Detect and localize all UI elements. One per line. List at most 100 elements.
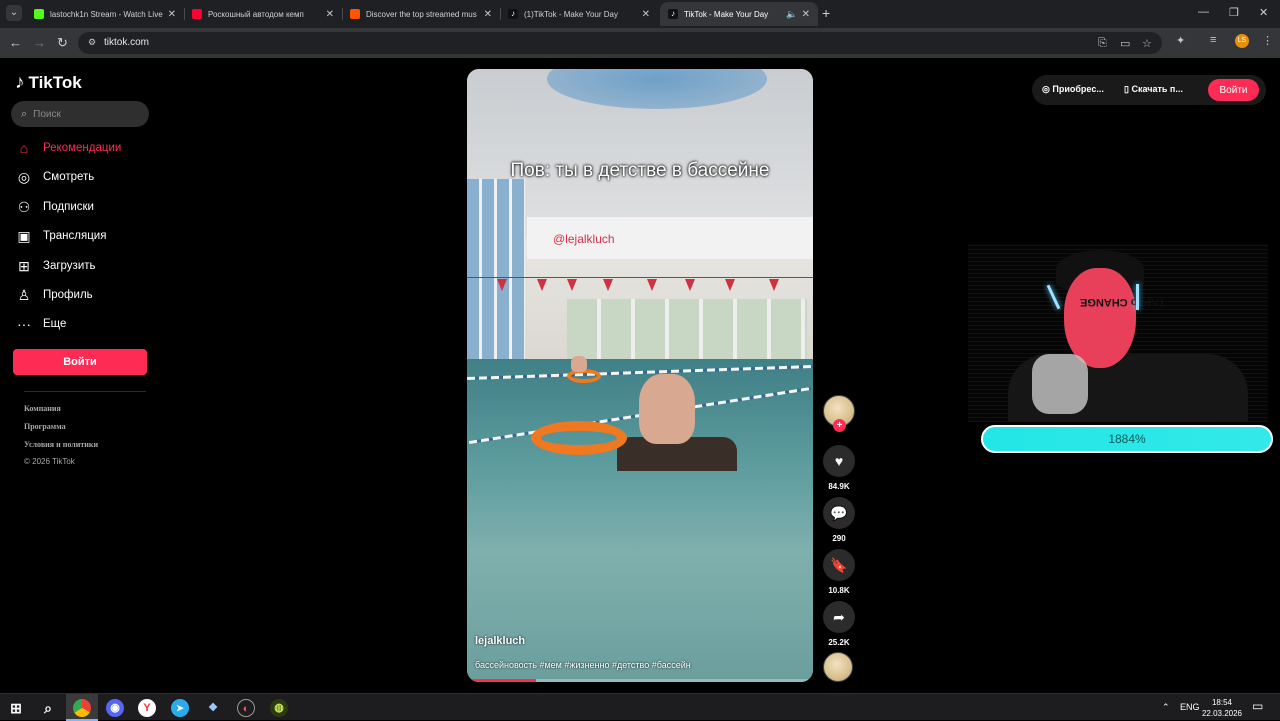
tab-close-icon[interactable]: ✕ <box>484 9 492 20</box>
buy-coins-label: Приобрес... <box>1052 84 1104 94</box>
live-tv-icon: ▣ <box>17 227 31 244</box>
browser-menu-icon[interactable]: ⋮ <box>1262 34 1273 47</box>
browser-tab-active[interactable]: ♪ TikTok - Make Your Day 🔈 ✕ <box>660 2 818 26</box>
buy-coins-link[interactable]: ◎ Приобрес... <box>1042 84 1104 95</box>
tab-title: lastochk1n Stream - Watch Live <box>50 9 163 19</box>
reload-icon[interactable]: ↻ <box>57 35 68 51</box>
compass-icon: ◎ <box>17 168 31 185</box>
forward-arrow-icon[interactable]: → <box>33 35 46 50</box>
notification-icon[interactable]: ▭ <box>1252 699 1263 713</box>
webcam-face-text: TAP to CHANGE <box>1080 296 1166 308</box>
video-progress-fill <box>467 679 537 682</box>
profile-icon: ♙ <box>17 286 31 303</box>
video-scene-flag <box>769 279 779 291</box>
nav-item-upload[interactable]: ⊞ Загрузить <box>15 255 96 277</box>
nav-item-following[interactable]: ⚇ Подписки <box>15 196 94 218</box>
search-box[interactable]: ⌕ <box>11 101 149 127</box>
nav-label: Загрузить <box>43 260 96 272</box>
download-app-label: Скачать п... <box>1131 84 1183 94</box>
video-scene-swimmer <box>571 356 587 372</box>
nav-item-more[interactable]: ··· Еще <box>15 313 66 335</box>
discord-icon[interactable]: ◉ <box>106 699 124 717</box>
video-author[interactable]: lejalkluch <box>475 635 525 647</box>
yandex-browser-icon[interactable]: Y <box>138 699 156 717</box>
login-button[interactable]: Войти <box>13 349 147 375</box>
footer-link-company[interactable]: Компания <box>24 404 61 413</box>
phone-icon: ▯ <box>1124 84 1129 94</box>
like-heart-icon[interactable]: ♥ <box>823 445 855 477</box>
extensions-puzzle-icon[interactable]: ✦ <box>1176 34 1185 47</box>
tab-close-icon[interactable]: ✕ <box>802 9 810 20</box>
webcam-hand <box>1032 354 1088 414</box>
like-count: 84.9K <box>828 482 850 491</box>
nav-item-explore[interactable]: ◎ Смотреть <box>15 166 94 188</box>
browser-tab[interactable]: Discover the top streamed mus ✕ <box>342 2 500 26</box>
minimize-icon[interactable]: — <box>1198 6 1209 18</box>
video-player[interactable]: @lejalkluch Пов: ты в детстве в бассейне… <box>467 69 813 682</box>
browser-tab[interactable]: lastochk1n Stream - Watch Live ✕ <box>26 2 184 26</box>
taskbar-clock[interactable]: 18:54 22.03.2026 <box>1200 697 1244 719</box>
comment-count: 290 <box>832 534 846 543</box>
save-count: 10.8K <box>828 586 850 595</box>
reading-list-icon[interactable]: ≡ <box>1210 34 1216 46</box>
tiktok-favicon-icon: ♪ <box>508 9 518 19</box>
video-hashtags[interactable]: бассейновость #мем #жизненно #детство #б… <box>475 660 691 670</box>
tab-title: Discover the top streamed mus <box>366 9 477 19</box>
follow-plus-icon[interactable]: + <box>833 419 846 432</box>
video-scene-life-ring <box>531 421 627 455</box>
browser-tab[interactable]: Роскошный автодом кемп ✕ <box>184 2 342 26</box>
address-bar[interactable]: ⚙ tiktok.com ⎘ ▭ ☆ <box>78 32 1162 54</box>
app-gauge-icon[interactable]: ◍ <box>270 699 288 717</box>
video-scene-windows <box>467 179 525 379</box>
webcam-face-mask <box>1064 268 1136 368</box>
new-tab-plus-icon[interactable]: + <box>822 5 830 21</box>
download-app-link[interactable]: ▯ Скачать п... <box>1124 84 1183 95</box>
coin-icon: ◎ <box>1042 84 1050 94</box>
home-icon: ⌂ <box>19 140 29 156</box>
telegram-icon[interactable]: ➤ <box>171 699 189 717</box>
cast-icon[interactable]: ▭ <box>1120 37 1130 50</box>
search-input[interactable] <box>33 108 134 120</box>
video-progress-bar[interactable] <box>467 679 813 682</box>
logo-text: TikTok <box>28 73 82 92</box>
restore-icon[interactable]: ❐ <box>1229 6 1239 19</box>
footer-link-program[interactable]: Программа <box>24 422 66 431</box>
window-close-icon[interactable]: ✕ <box>1259 6 1268 19</box>
site-info-icon[interactable]: ⚙ <box>88 37 100 49</box>
obs-studio-icon[interactable]: ◐ <box>237 699 255 717</box>
nav-item-live[interactable]: ▣ Трансляция <box>15 225 106 247</box>
nav-item-profile[interactable]: ♙ Профиль <box>15 284 93 306</box>
profile-avatar[interactable]: LS <box>1235 34 1249 48</box>
speaker-icon[interactable]: 🔈 <box>786 9 797 20</box>
translate-icon[interactable]: ⎘ <box>1098 37 1107 50</box>
nav-item-recommendations[interactable]: ⌂ Рекомендации <box>15 137 122 159</box>
tab-close-icon[interactable]: ✕ <box>326 9 334 20</box>
tray-chevron-icon[interactable]: ⌃ <box>1162 702 1170 713</box>
share-arrow-icon[interactable]: ➦ <box>823 601 855 633</box>
network-tool-icon[interactable]: ❖ <box>204 699 222 717</box>
header-login-button[interactable]: Войти <box>1208 79 1259 101</box>
taskbar-search-icon[interactable]: ⌕ <box>39 699 57 717</box>
music-disc-avatar[interactable] <box>823 652 853 682</box>
tab-search-button[interactable]: ⌄ <box>6 5 22 21</box>
bookmark-icon[interactable]: 🔖 <box>823 549 855 581</box>
user-plus-icon: ⚇ <box>17 198 31 215</box>
chrome-icon[interactable] <box>73 699 91 717</box>
tab-close-icon[interactable]: ✕ <box>642 9 650 20</box>
footer-link-terms[interactable]: Условия и политики <box>24 440 98 449</box>
browser-tab[interactable]: ♪ (1)TikTok - Make Your Day ✕ <box>500 2 658 26</box>
video-scene-flag <box>725 279 735 291</box>
tiktok-favicon-icon: ♪ <box>668 9 678 19</box>
windows-start-icon[interactable]: ⊞ <box>7 699 25 717</box>
tab-title: TikTok - Make Your Day <box>684 9 769 19</box>
keyboard-language[interactable]: ENG <box>1180 702 1200 712</box>
kick-favicon-icon <box>34 9 44 19</box>
video-scene-flag <box>567 279 577 291</box>
tab-close-icon[interactable]: ✕ <box>168 9 176 20</box>
tiktok-logo[interactable]: ♪ TikTok <box>15 72 82 94</box>
comment-bubble-icon[interactable]: 💬 <box>823 497 855 529</box>
bookmark-star-icon[interactable]: ☆ <box>1142 37 1152 50</box>
tab-title: Роскошный автодом кемп <box>208 9 304 19</box>
back-arrow-icon[interactable]: ← <box>9 35 22 50</box>
tab-title: (1)TikTok - Make Your Day <box>524 9 618 19</box>
